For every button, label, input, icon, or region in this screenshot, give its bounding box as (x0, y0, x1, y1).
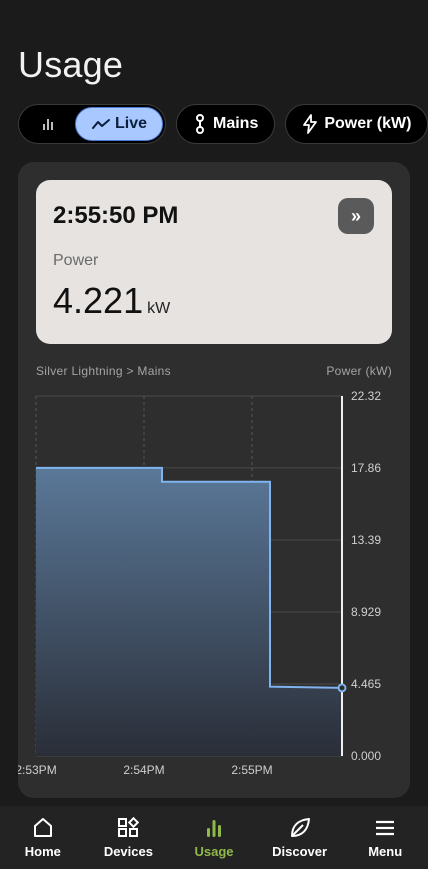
y-tick-label: 22.32 (351, 389, 381, 403)
y-tick-label: 8.929 (351, 605, 381, 619)
devices-icon (118, 816, 140, 837)
lightning-icon (303, 114, 318, 134)
live-view-button[interactable]: Live (75, 107, 163, 141)
nav-item-usage[interactable]: Usage (174, 816, 254, 859)
bar-chart-icon (43, 119, 53, 130)
trend-line-icon (91, 119, 110, 129)
power-filter-chip[interactable]: Power (kW) (285, 104, 428, 144)
reading-value: 4.221 (53, 280, 144, 321)
mains-filter-chip[interactable]: Mains (176, 104, 276, 144)
view-toggle: Live (18, 104, 166, 144)
reading-time: 2:55:50 PM (53, 202, 179, 229)
filter-bar: Live Mains Power (kW) (18, 104, 428, 146)
nav-label-menu: Menu (368, 844, 403, 859)
power-filter-label: Power (kW) (324, 115, 412, 132)
nav-label-discover: Discover (272, 844, 328, 859)
nav-label-home: Home (24, 844, 61, 859)
nav-label-usage: Usage (194, 844, 234, 859)
bar-view-button[interactable] (21, 107, 75, 141)
reading-label: Power (53, 252, 99, 269)
chart-source-label: Silver Lightning > Mains (36, 364, 171, 378)
reading-unit: kW (147, 300, 171, 317)
y-tick-label: 4.465 (351, 677, 381, 691)
double-chevron-right-icon: » (350, 205, 361, 226)
y-tick-label: 13.39 (351, 533, 381, 547)
page-title: Usage (18, 44, 124, 85)
x-tick-label: 2:54PM (123, 763, 164, 777)
probe-icon (196, 114, 204, 134)
y-tick-label: 17.86 (351, 461, 381, 475)
leaf-icon (290, 818, 310, 837)
usage-icon (206, 820, 221, 837)
x-tick-label: 2:55PM (231, 763, 272, 777)
menu-icon (376, 820, 395, 836)
live-reading-panel: 2:55:50 PM » Power 4.221 kW (36, 180, 392, 344)
data-point-current (337, 683, 347, 693)
y-tick-label: 0.000 (351, 749, 381, 763)
chart-header: Silver Lightning > Mains Power (kW) (36, 364, 392, 378)
nav-item-menu[interactable]: Menu (345, 816, 425, 859)
live-label: Live (114, 115, 147, 132)
chart-metric-label: Power (kW) (326, 364, 392, 378)
nav-item-discover[interactable]: Discover (260, 816, 340, 859)
nav-item-devices[interactable]: Devices (88, 816, 168, 859)
home-icon (33, 818, 52, 837)
mains-filter-label: Mains (213, 115, 259, 132)
next-button[interactable]: » (338, 198, 374, 234)
nav-item-home[interactable]: Home (3, 816, 83, 859)
nav-label-devices: Devices (103, 844, 153, 859)
bottom-nav: Home Devices Usage Discover Menu (0, 806, 428, 869)
reading-value-row: 4.221 kW (53, 280, 170, 322)
x-tick-label: 2:53PM (18, 763, 57, 777)
usage-card: 2:55:50 PM » Power 4.221 kW Silver Lightn… (18, 162, 410, 798)
power-chart[interactable]: 22.32 17.86 13.39 8.929 4.465 0.000 2:53PM 2:54… (18, 384, 410, 784)
